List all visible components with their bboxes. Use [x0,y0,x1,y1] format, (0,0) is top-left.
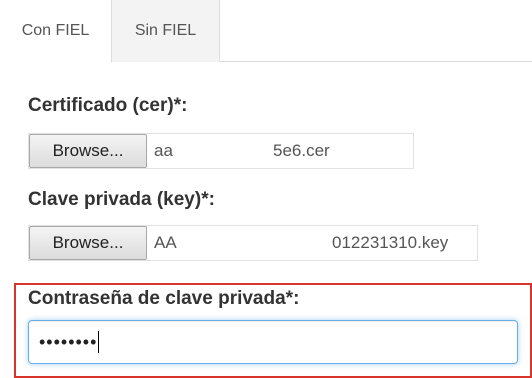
certificate-label: Certificado (cer)*: [28,95,188,116]
certificate-browse-button[interactable]: Browse... [29,134,147,168]
text-caret [98,331,100,353]
tab-sin-fiel[interactable]: Sin FIEL [112,0,220,62]
certificate-file-name: aa 5e6.cer [147,134,413,168]
password-input[interactable]: •••••••• [28,320,518,364]
tab-con-fiel[interactable]: Con FIEL [0,0,112,63]
private-key-file-prefix: AA [154,233,177,252]
password-masked-value: •••••••• [39,332,98,352]
private-key-file-input[interactable]: Browse... AA 012231310.key [28,225,478,261]
private-key-file-suffix: 012231310.key [332,233,449,252]
certificate-file-suffix: 5e6.cer [273,141,330,160]
private-key-file-name: AA 012231310.key [147,226,477,260]
certificate-file-prefix: aa [154,141,173,160]
tab-bar: Con FIEL Sin FIEL [0,0,532,63]
certificate-file-input[interactable]: Browse... aa 5e6.cer [28,133,414,169]
password-label: Contraseña de clave privada*: [28,288,300,309]
private-key-label: Clave privada (key)*: [28,189,215,210]
private-key-browse-button[interactable]: Browse... [29,226,147,260]
